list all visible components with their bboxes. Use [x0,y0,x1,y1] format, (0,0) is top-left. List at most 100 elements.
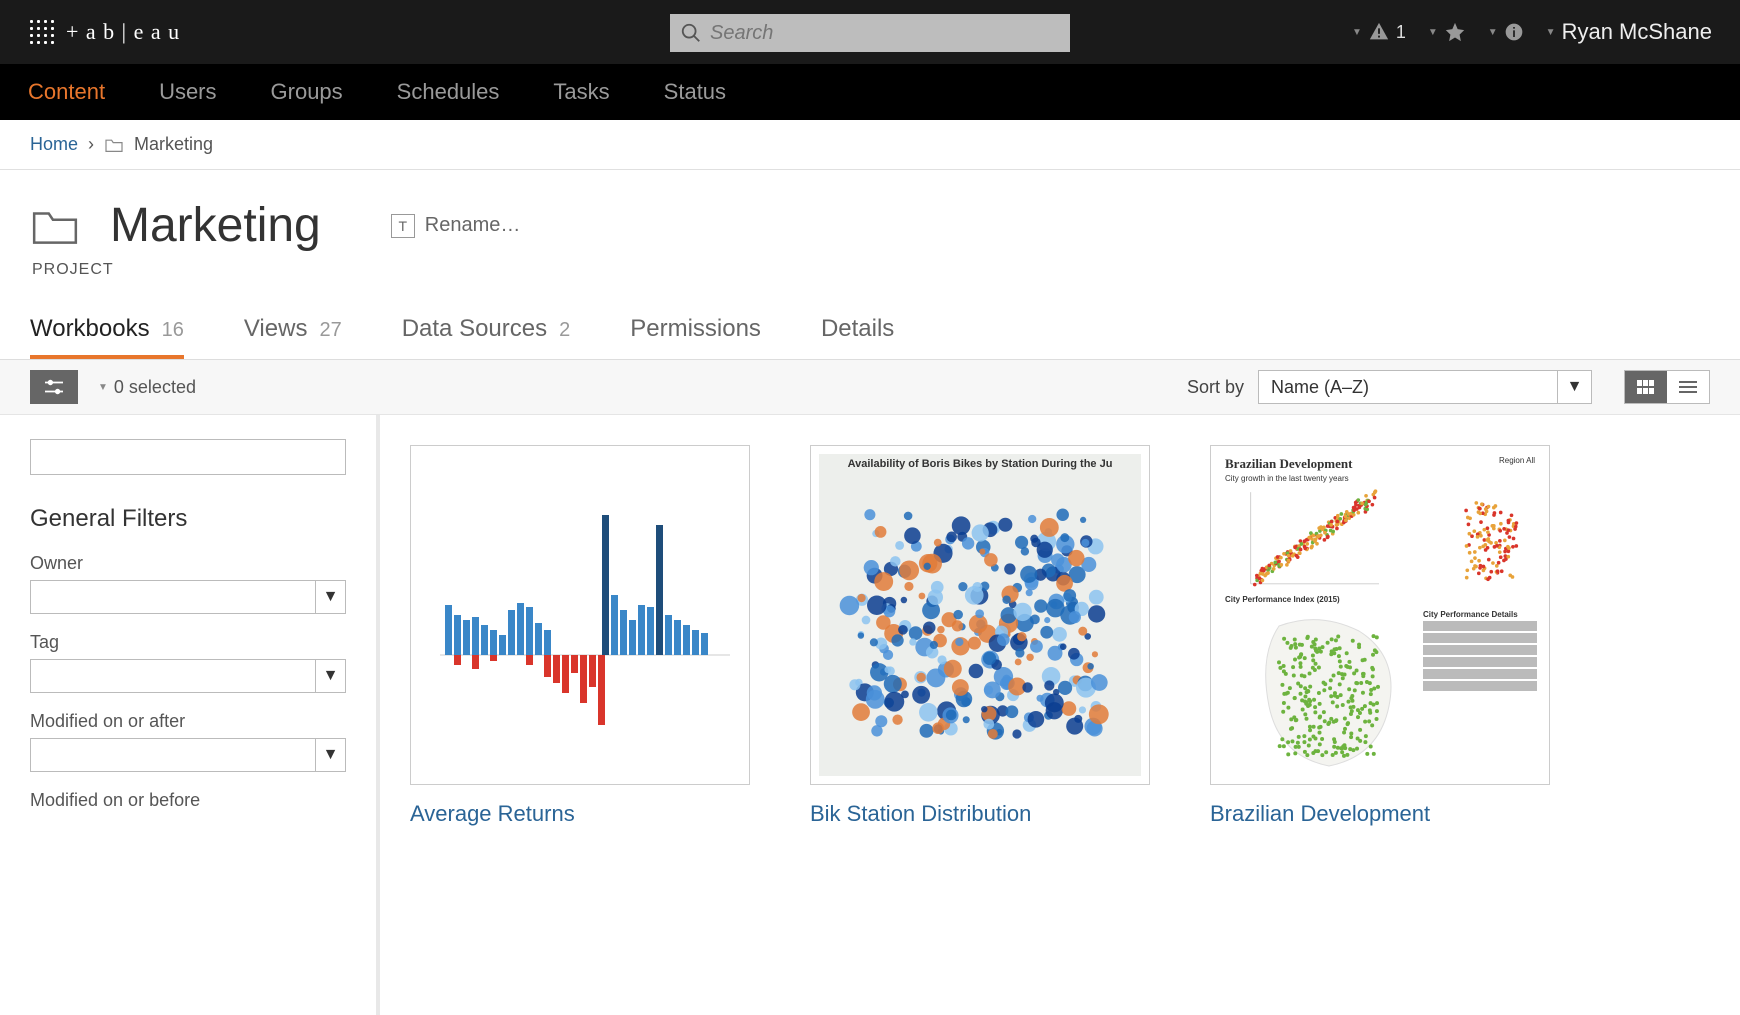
workbook-title[interactable]: Average Returns [410,801,750,827]
alert-icon [1368,21,1390,43]
breadcrumb: Home › Marketing [0,120,1740,170]
nav-users[interactable]: Users [159,79,216,105]
caret-down-icon: ▼ [1488,27,1498,38]
caret-down-icon: ▼ [1558,370,1592,404]
rename-button[interactable]: T Rename… [391,214,521,238]
workbook-card[interactable]: Brazilian Development Region All City gr… [1210,445,1550,985]
list-icon [1679,380,1697,394]
info-icon [1504,22,1524,42]
tab-label: Data Sources [402,315,547,343]
top-bar: + a b | e a u ▼ 1 ▼ ▼ ▼ Ryan McShane [0,0,1740,64]
folder-icon [104,137,124,153]
nav-groups[interactable]: Groups [271,79,343,105]
project-folder-icon [30,205,80,247]
tab-workbooks[interactable]: Workbooks 16 [30,315,184,359]
sliders-icon [43,378,65,396]
bar-chart-thumbnail [420,455,740,775]
filter-label-modified-after: Modified on or after [30,711,346,732]
caret-down-icon: ▼ [1546,27,1556,38]
caret-down-icon: ▼ [1352,27,1362,38]
nav-tasks[interactable]: Tasks [553,79,609,105]
caret-down-icon: ▼ [316,659,346,693]
search-icon [680,22,702,44]
filter-label-tag: Tag [30,632,346,653]
thumbnail-section: City Performance Index (2015) [1219,593,1541,606]
main-content: General Filters Owner ▼ Tag ▼ Modified o… [0,415,1740,1015]
star-icon [1444,21,1466,43]
tab-label: Views [244,315,308,343]
tab-permissions[interactable]: Permissions [630,315,761,359]
tab-label: Workbooks [30,315,150,343]
tab-count: 16 [162,319,184,342]
search-input[interactable] [670,14,1070,52]
tableau-logo-icon [28,18,56,46]
user-menu[interactable]: ▼ Ryan McShane [1546,19,1712,45]
thumbnail-title: Availability of Boris Bikes by Station D… [819,454,1141,474]
text-icon: T [391,214,415,238]
brazil-map-thumbnail [1219,606,1419,776]
grid-view-button[interactable] [1625,371,1667,403]
filter-sidebar: General Filters Owner ▼ Tag ▼ Modified o… [0,415,380,1015]
rename-label: Rename… [425,214,521,237]
main-nav: Content Users Groups Schedules Tasks Sta… [0,64,1740,120]
nav-schedules[interactable]: Schedules [397,79,500,105]
workbook-thumbnail: Brazilian Development Region All City gr… [1210,445,1550,785]
thumbnail-subtitle: City growth in the last twenty years [1219,474,1541,483]
tab-data-sources[interactable]: Data Sources 2 [402,315,571,359]
top-right-menu: ▼ 1 ▼ ▼ ▼ Ryan McShane [1352,19,1712,45]
list-view-button[interactable] [1667,371,1709,403]
content-tabs: Workbooks 16 Views 27 Data Sources 2 Per… [0,279,1740,360]
map-thumbnail [819,474,1139,774]
brand-logo[interactable]: + a b | e a u [28,18,180,46]
global-search [670,14,1070,52]
tab-views[interactable]: Views 27 [244,315,342,359]
workbook-thumbnail [410,445,750,785]
workbook-title[interactable]: Brazilian Development [1210,801,1550,827]
caret-down-icon: ▼ [98,382,108,393]
project-type-label: PROJECT [32,261,1710,279]
nav-status[interactable]: Status [664,79,726,105]
breadcrumb-home[interactable]: Home [30,134,78,155]
tab-details[interactable]: Details [821,315,894,359]
filter-label-owner: Owner [30,553,346,574]
selection-count-dropdown[interactable]: ▼ 0 selected [98,377,196,398]
page-title: Marketing [110,198,321,253]
workbook-title[interactable]: Bik Station Distribution [810,801,1150,827]
sort-select[interactable]: Name (A–Z) ▼ [1258,370,1592,404]
workbook-thumbnail: Availability of Boris Bikes by Station D… [810,445,1150,785]
breadcrumb-separator: › [88,134,94,155]
tab-count: 27 [319,319,341,342]
breadcrumb-current: Marketing [134,134,213,155]
caret-down-icon: ▼ [316,580,346,614]
selection-count-label: 0 selected [114,377,196,398]
list-toolbar: ▼ 0 selected Sort by Name (A–Z) ▼ [0,360,1740,415]
tab-label: Details [821,315,894,343]
caret-down-icon: ▼ [316,738,346,772]
favorites-menu[interactable]: ▼ [1428,21,1466,43]
tab-count: 2 [559,319,570,342]
caret-down-icon: ▼ [1428,27,1438,38]
filter-search-input[interactable] [30,439,346,475]
view-mode-toggle [1624,370,1710,404]
filter-modified-after-select[interactable]: ▼ [30,738,346,772]
username-label: Ryan McShane [1562,19,1712,45]
filters-heading: General Filters [30,505,346,533]
filter-label-modified-before: Modified on or before [30,790,346,811]
filter-toggle-button[interactable] [30,370,78,404]
thumbnail-details-header: City Performance Details [1423,610,1537,619]
grid-icon [1637,380,1655,394]
workbook-grid: Average Returns Availability of Boris Bi… [380,415,1740,1015]
workbook-card[interactable]: Availability of Boris Bikes by Station D… [810,445,1150,985]
alert-count: 1 [1396,22,1406,43]
sort-by-label: Sort by [1187,377,1244,398]
alerts-menu[interactable]: ▼ 1 [1352,21,1406,43]
sort-value: Name (A–Z) [1258,370,1558,404]
nav-content[interactable]: Content [28,79,105,105]
help-menu[interactable]: ▼ [1488,22,1524,42]
scatter-thumbnail [1219,483,1539,593]
filter-tag-select[interactable]: ▼ [30,659,346,693]
workbook-card[interactable]: Average Returns [410,445,750,985]
filter-owner-select[interactable]: ▼ [30,580,346,614]
page-header: Marketing T Rename… PROJECT [0,170,1740,279]
thumbnail-title: Brazilian Development [1225,456,1352,472]
